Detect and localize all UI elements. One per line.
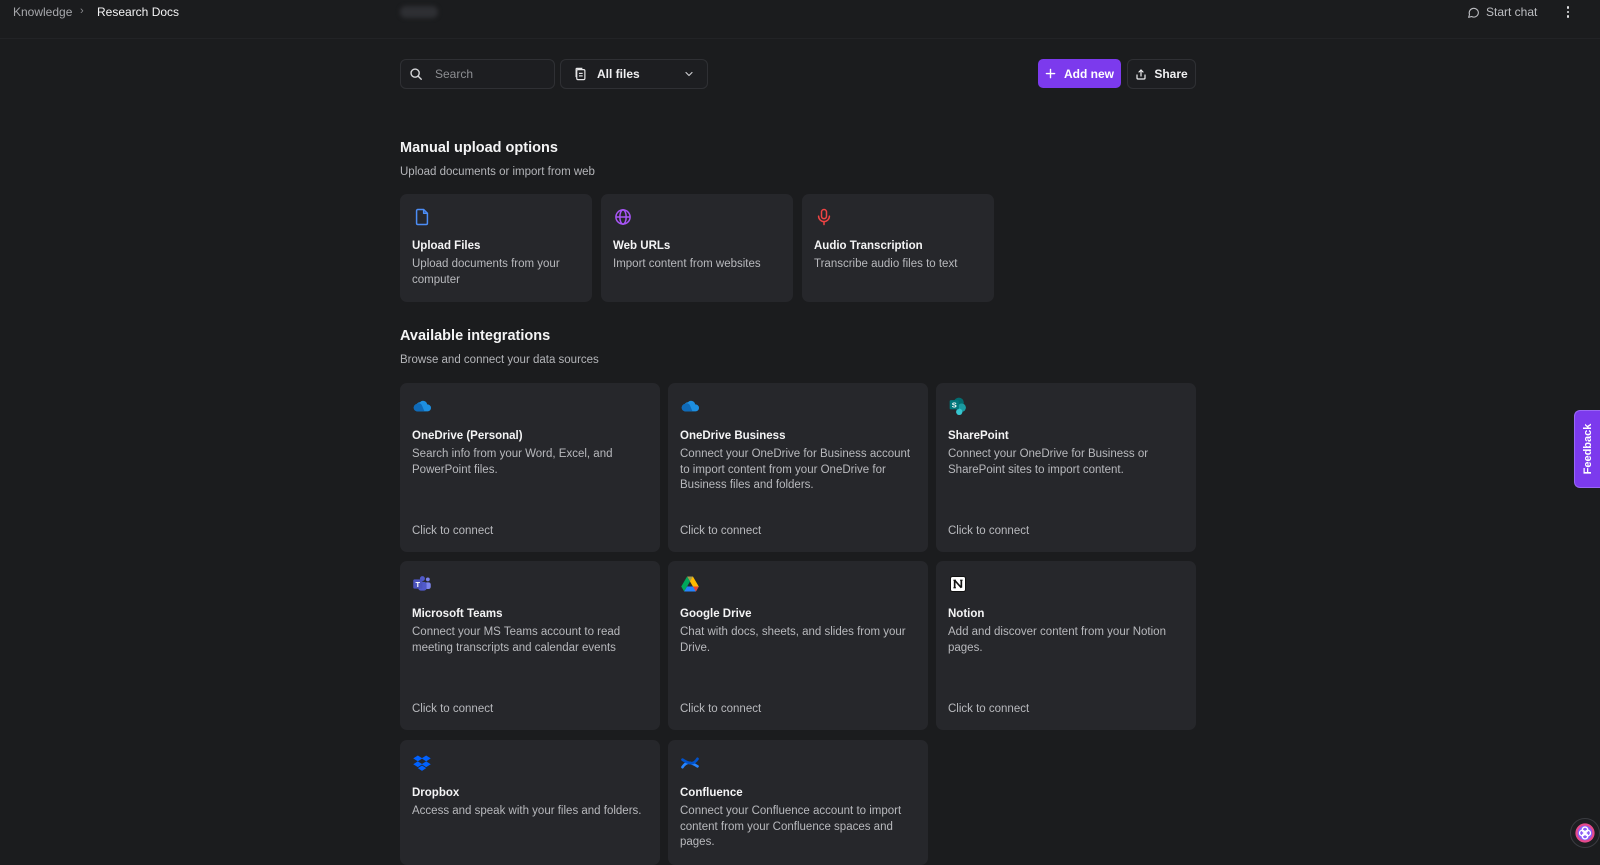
connect-link[interactable]: Click to connect xyxy=(680,703,761,715)
card-title: Confluence xyxy=(680,787,743,799)
integrations-title: Available integrations xyxy=(400,328,551,344)
card-title: Dropbox xyxy=(412,787,460,799)
feedback-tab[interactable]: Feedback xyxy=(1574,410,1600,488)
add-new-button[interactable]: Add new xyxy=(1038,59,1121,88)
integration-card-sharepoint[interactable]: S SharePoint Connect your OneDrive for B… xyxy=(936,383,1196,552)
card-title: Web URLs xyxy=(613,240,671,252)
card-title: OneDrive Business xyxy=(680,430,786,442)
files-icon xyxy=(575,67,586,81)
card-description: Add and discover content from your Notio… xyxy=(948,626,1166,654)
integration-card-microsoft-teams[interactable]: T Microsoft Teams Connect your MS Teams … xyxy=(400,561,660,730)
file-icon xyxy=(415,208,429,226)
onedrive-icon xyxy=(413,400,432,412)
card-description: Import content from websites xyxy=(613,258,761,270)
connect-link[interactable]: Click to connect xyxy=(412,703,493,715)
plus-icon xyxy=(1045,68,1056,79)
integration-card-confluence[interactable]: Confluence Connect your Confluence accou… xyxy=(668,740,928,865)
microphone-icon xyxy=(817,208,831,226)
blurred-label xyxy=(400,6,438,18)
more-options-icon[interactable] xyxy=(1559,2,1577,22)
card-title: SharePoint xyxy=(948,430,1009,442)
integrations-subtitle: Browse and connect your data sources xyxy=(400,354,599,366)
card-description: Access and speak with your files and fol… xyxy=(412,805,642,817)
integration-card-notion[interactable]: Notion Add and discover content from you… xyxy=(936,561,1196,730)
connect-link[interactable]: Click to connect xyxy=(412,525,493,537)
top-bar: Knowledge › Research Docs Start chat xyxy=(0,0,1600,24)
feedback-label: Feedback xyxy=(1581,423,1594,475)
integration-card-onedrive-business[interactable]: OneDrive Business Connect your OneDrive … xyxy=(668,383,928,552)
globe-icon xyxy=(615,209,631,225)
microsoft-teams-icon: T xyxy=(413,576,431,591)
connect-link[interactable]: Click to connect xyxy=(948,703,1029,715)
card-description: Upload documents from your computer xyxy=(412,258,560,286)
card-title: OneDrive (Personal) xyxy=(412,430,523,442)
search-box[interactable] xyxy=(400,59,555,89)
divider xyxy=(0,38,1600,39)
share-label: Share xyxy=(1154,67,1188,81)
onedrive-business-icon xyxy=(681,400,700,412)
breadcrumb-current: Research Docs xyxy=(97,5,180,19)
start-chat-button[interactable]: Start chat xyxy=(1467,3,1537,21)
card-description: Connect your Confluence account to impor… xyxy=(680,805,902,848)
add-new-label: Add new xyxy=(1064,66,1114,81)
card-title: Upload Files xyxy=(412,240,481,252)
filter-label: All files xyxy=(597,67,640,81)
chat-bubble-icon xyxy=(1468,7,1479,18)
share-icon xyxy=(1136,68,1146,80)
search-input[interactable] xyxy=(433,66,543,82)
dropbox-icon xyxy=(413,755,431,771)
card-description: Search info from your Word, Excel, and P… xyxy=(412,448,613,476)
card-title: Google Drive xyxy=(680,608,752,620)
upload-files-card[interactable]: Upload Files Upload documents from your … xyxy=(400,194,592,302)
card-description: Connect your MS Teams account to read me… xyxy=(412,626,621,654)
card-description: Connect your OneDrive for Business accou… xyxy=(680,448,911,491)
card-title: Notion xyxy=(948,608,985,620)
integration-card-dropbox[interactable]: Dropbox Access and speak with your files… xyxy=(400,740,660,865)
share-button[interactable]: Share xyxy=(1127,59,1196,89)
assistant-icon xyxy=(1575,823,1595,843)
chevron-down-icon xyxy=(685,71,693,77)
integration-card-onedrive-personal[interactable]: OneDrive (Personal) Search info from you… xyxy=(400,383,660,552)
card-title: Audio Transcription xyxy=(814,240,923,252)
google-drive-icon xyxy=(681,576,699,592)
card-description: Transcribe audio files to text xyxy=(814,258,958,270)
assistant-launcher-button[interactable] xyxy=(1570,818,1600,848)
confluence-icon xyxy=(681,757,699,769)
card-description: Connect your OneDrive for Business or Sh… xyxy=(948,448,1149,476)
audio-transcription-card[interactable]: Audio Transcription Transcribe audio fil… xyxy=(802,194,994,302)
web-urls-card[interactable]: Web URLs Import content from websites xyxy=(601,194,793,302)
breadcrumb-knowledge[interactable]: Knowledge xyxy=(13,5,72,19)
manual-upload-title: Manual upload options xyxy=(400,140,558,156)
manual-upload-subtitle: Upload documents or import from web xyxy=(400,166,595,178)
card-description: Chat with docs, sheets, and slides from … xyxy=(680,626,906,654)
svg-text:S: S xyxy=(952,401,957,410)
card-title: Microsoft Teams xyxy=(412,608,503,620)
svg-text:T: T xyxy=(416,580,421,589)
connect-link[interactable]: Click to connect xyxy=(680,525,761,537)
connect-link[interactable]: Click to connect xyxy=(948,525,1029,537)
notion-icon xyxy=(950,576,966,592)
file-filter-select[interactable]: All files xyxy=(560,59,708,89)
search-icon xyxy=(410,68,422,80)
sharepoint-icon: S xyxy=(949,397,966,415)
breadcrumb-separator: › xyxy=(80,5,84,17)
integration-card-google-drive[interactable]: Google Drive Chat with docs, sheets, and… xyxy=(668,561,928,730)
start-chat-label: Start chat xyxy=(1486,5,1538,19)
